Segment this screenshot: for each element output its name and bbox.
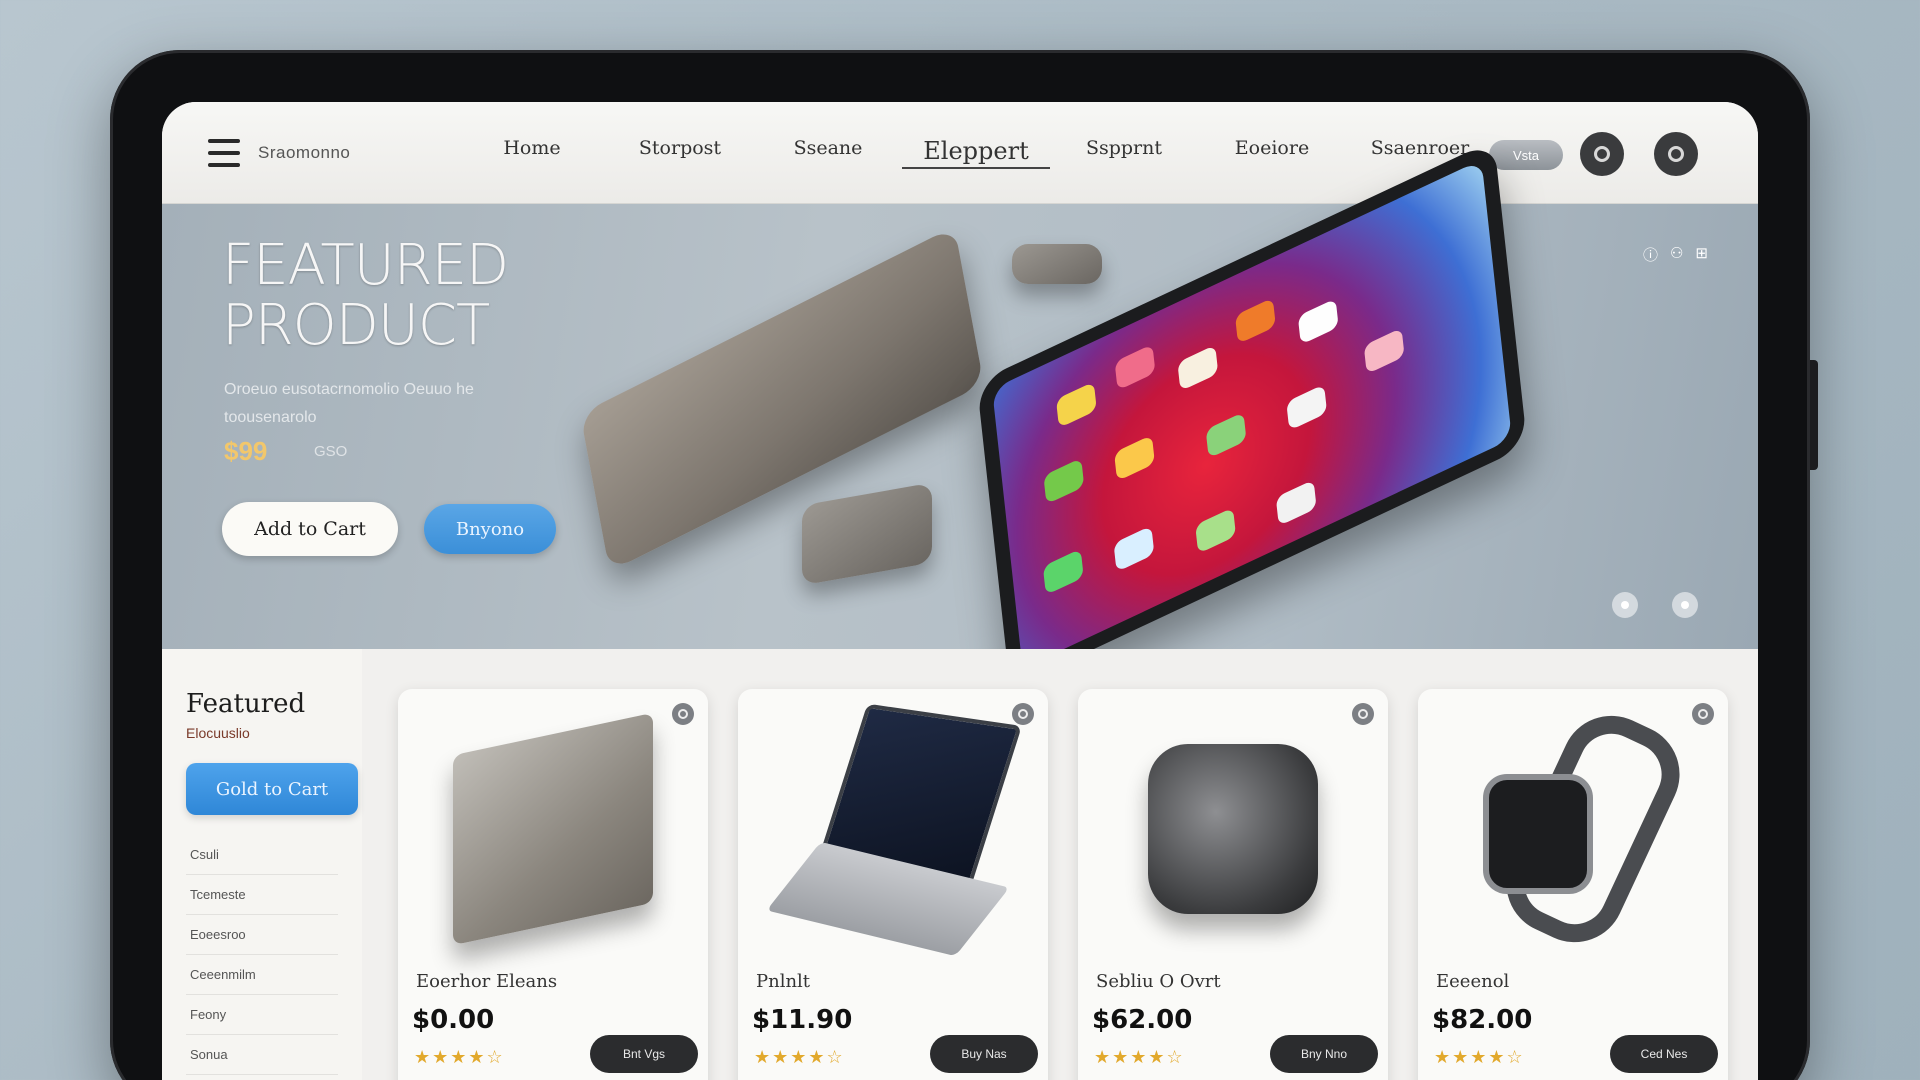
tablet-device: Sraomonno Home Storpost Sseane Eleppert … — [110, 50, 1818, 1080]
sidebar-item[interactable]: Sonua — [186, 1035, 338, 1075]
sidebar-title: Featured — [186, 689, 306, 719]
tablet-screen — [992, 159, 1512, 669]
product-image — [1438, 699, 1708, 959]
buy-now-button[interactable]: Bnt Vgs — [590, 1035, 698, 1073]
buy-now-button[interactable]: Bny Nno — [1270, 1035, 1378, 1073]
product-card[interactable]: Pnlnlt $11.90 ★★★★☆ Buy Nas — [738, 689, 1048, 1080]
top-navigation: Sraomonno Home Storpost Sseane Eleppert … — [162, 102, 1758, 204]
share-icon[interactable]: ⚇ — [1670, 244, 1683, 265]
menu-icon[interactable] — [208, 138, 240, 167]
product-name: Pnlnlt — [756, 971, 811, 992]
hero-add-to-cart-button[interactable]: Add to Cart — [222, 502, 398, 556]
star-rating: ★★★★☆ — [754, 1047, 845, 1067]
nav-link-home[interactable]: Home — [458, 137, 606, 169]
product-grid: Eoerhor Eleans $0.00 ★★★★☆ Bnt Vgs Pnlnl… — [398, 689, 1728, 1080]
sidebar-item[interactable]: Eoeesroo — [186, 915, 338, 955]
hero-old-price: GSO — [314, 443, 348, 460]
star-rating: ★★★★☆ — [414, 1047, 505, 1067]
hero-description: Oroeuo eusotacrnomolio Oeuuo he toousena… — [224, 381, 474, 426]
hero-accessory-image — [802, 482, 932, 586]
hero-icon-group: ⓘ ⚇ ⊞ — [1643, 244, 1708, 265]
hero-accessory-image-2 — [1012, 244, 1102, 284]
product-name: Sebliu O Ovrt — [1096, 971, 1221, 992]
hero-title: FEATURED PRODUCT — [222, 233, 509, 358]
carousel-dot-2[interactable] — [1672, 592, 1698, 618]
device-side-button — [1810, 360, 1818, 470]
product-image — [1098, 709, 1368, 949]
account-icon[interactable] — [1580, 132, 1624, 176]
nav-link-explore[interactable]: Eoeiore — [1198, 137, 1346, 169]
product-price: $62.00 — [1092, 1005, 1193, 1035]
product-price: $0.00 — [412, 1005, 495, 1035]
nav-toggle-pill[interactable]: Vsta — [1489, 140, 1563, 170]
product-price: $11.90 — [752, 1005, 853, 1035]
brand-name[interactable]: Sraomonno — [258, 143, 428, 163]
screen: Sraomonno Home Storpost Sseane Eleppert … — [162, 102, 1758, 1080]
featured-sidebar: Featured Elocuuslio Gold to Cart Csuli T… — [162, 649, 362, 1080]
nav-link-support[interactable]: Eleppert — [902, 137, 1050, 169]
carousel-dot-1[interactable] — [1612, 592, 1638, 618]
product-name: Eeeenol — [1436, 971, 1510, 992]
buy-now-button[interactable]: Ced Nes — [1610, 1035, 1718, 1073]
sidebar-subtitle: Elocuuslio — [186, 725, 250, 741]
sidebar-item[interactable]: Ceeenmilm — [186, 955, 338, 995]
sidebar-item[interactable]: Csuli — [186, 835, 338, 875]
product-card[interactable]: Sebliu O Ovrt $62.00 ★★★★☆ Bny Nno — [1078, 689, 1388, 1080]
product-image — [418, 709, 688, 949]
hero-tablet-image — [976, 139, 1528, 689]
nav-links: Home Storpost Sseane Eleppert Sspprnt Eo… — [458, 137, 1494, 169]
product-image — [758, 703, 1028, 957]
grid-icon[interactable]: ⊞ — [1695, 244, 1708, 265]
info-icon[interactable]: ⓘ — [1643, 244, 1658, 265]
sidebar-item[interactable]: Feony — [186, 995, 338, 1035]
product-name: Eoerhor Eleans — [416, 971, 558, 992]
carousel-dots — [1612, 592, 1698, 618]
star-rating: ★★★★☆ — [1434, 1047, 1525, 1067]
cart-icon[interactable] — [1654, 132, 1698, 176]
buy-now-button[interactable]: Buy Nas — [930, 1035, 1038, 1073]
nav-link-shop[interactable]: Storpost — [606, 137, 754, 169]
sidebar-list: Csuli Tcemeste Eoeesroo Ceeenmilm Feony … — [186, 835, 338, 1075]
product-card[interactable]: Eoerhor Eleans $0.00 ★★★★☆ Bnt Vgs — [398, 689, 708, 1080]
product-price: $82.00 — [1432, 1005, 1533, 1035]
nav-link-support-2[interactable]: Sspprnt — [1050, 137, 1198, 169]
hero-buy-button[interactable]: Bnyono — [424, 504, 556, 554]
star-rating: ★★★★☆ — [1094, 1047, 1185, 1067]
hero-price: $99 — [224, 436, 268, 466]
product-section: Featured Elocuuslio Gold to Cart Csuli T… — [162, 649, 1758, 1080]
sidebar-item[interactable]: Tcemeste — [186, 875, 338, 915]
hero-banner: FEATURED PRODUCT Oroeuo eusotacrnomolio … — [162, 139, 1758, 689]
product-card[interactable]: Eeeenol $82.00 ★★★★☆ Ced Nes — [1418, 689, 1728, 1080]
nav-link-search[interactable]: Sseane — [754, 137, 902, 169]
sidebar-add-to-cart-button[interactable]: Gold to Cart — [186, 763, 358, 815]
